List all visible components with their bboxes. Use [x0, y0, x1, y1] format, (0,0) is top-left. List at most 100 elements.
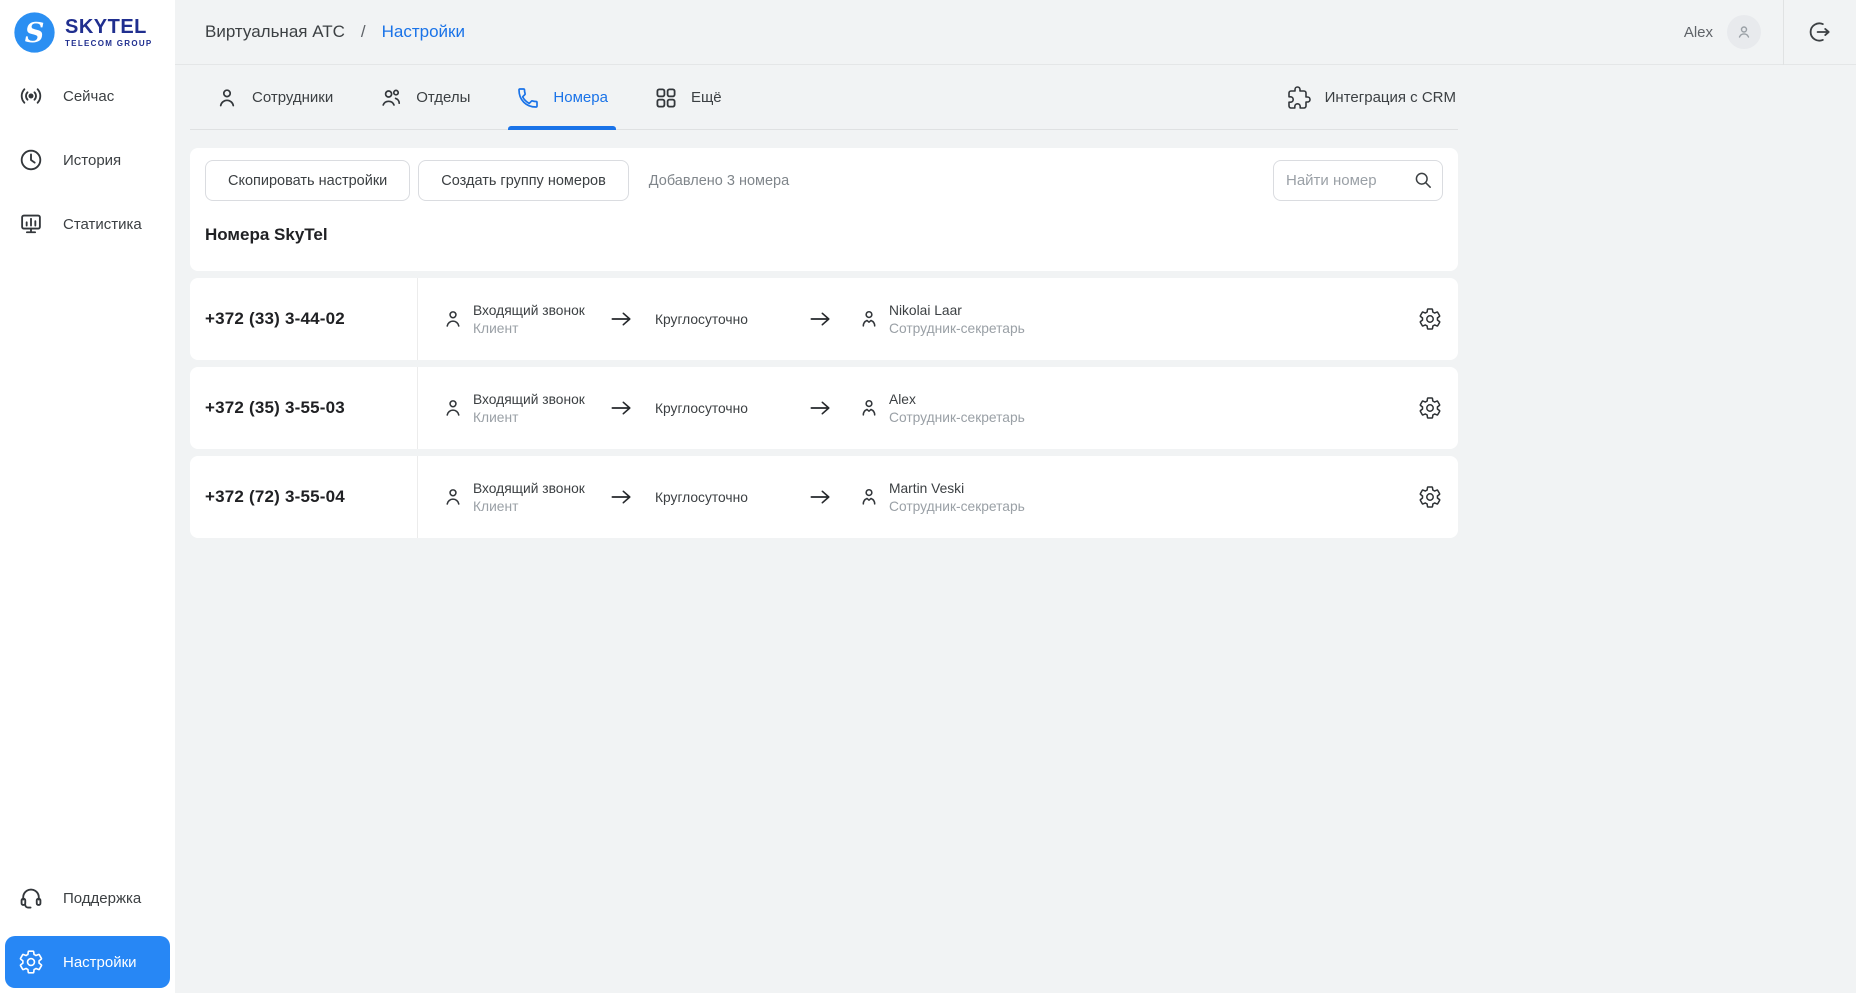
search-icon[interactable] — [1413, 170, 1433, 190]
logout-button[interactable] — [1784, 0, 1856, 64]
phone-icon — [516, 86, 540, 110]
gear-icon — [1418, 396, 1442, 420]
brand-text: SKYTEL TELECOM GROUP — [65, 17, 153, 48]
skytel-logo-icon: S — [12, 10, 57, 55]
headset-icon — [18, 885, 44, 911]
create-group-button[interactable]: Создать группу номеров — [418, 160, 629, 201]
puzzle-icon — [1287, 86, 1311, 110]
people-icon — [379, 86, 403, 110]
number-row: +372 (33) 3-44-02 Входящий звонок Клиент… — [190, 278, 1458, 360]
target-role: Сотрудник-секретарь — [889, 410, 1025, 425]
brand-subtitle: TELECOM GROUP — [65, 40, 153, 48]
toolbar: Скопировать настройки Создать группу ном… — [205, 160, 1443, 201]
call-type: Входящий звонок — [473, 392, 608, 407]
sidebar-item-label: Настройки — [63, 954, 137, 971]
sidebar-item-settings[interactable]: Настройки — [5, 936, 170, 988]
schedule: Круглосуточно — [655, 312, 790, 327]
sidebar-item-label: Сейчас — [63, 88, 114, 105]
clock-icon — [18, 147, 44, 173]
arrow-right-icon — [608, 397, 635, 419]
search-box — [1273, 160, 1443, 201]
tab-more[interactable]: Ещё — [654, 65, 722, 130]
number-row: +372 (35) 3-55-03 Входящий звонок Клиент… — [190, 367, 1458, 449]
schedule: Круглосуточно — [655, 490, 790, 505]
app-root: S SKYTEL TELECOM GROUP Сейчас История Ст… — [0, 0, 1856, 993]
arrow-right-icon — [608, 308, 635, 330]
tab-employees[interactable]: Сотрудники — [215, 65, 333, 130]
schedule: Круглосуточно — [655, 401, 790, 416]
sidebar-item-label: Поддержка — [63, 890, 141, 907]
numbers-panel: Скопировать настройки Создать группу ном… — [190, 148, 1458, 271]
tab-label: Сотрудники — [252, 89, 333, 106]
main-area: Виртуальная АТС / Настройки Alex Сотрудн… — [175, 0, 1856, 993]
sidebar-bottom: Поддержка Настройки — [0, 866, 175, 993]
sidebar-item-label: Статистика — [63, 216, 142, 233]
operator-icon — [858, 308, 880, 330]
breadcrumb-separator: / — [361, 22, 366, 42]
person-icon — [442, 308, 464, 330]
user-name: Alex — [1684, 24, 1713, 41]
person-icon — [442, 486, 464, 508]
phone-number: +372 (35) 3-55-03 — [190, 367, 418, 449]
target-role: Сотрудник-секретарь — [889, 499, 1025, 514]
routing-flow: Входящий звонок Клиент Круглосуточно Mar… — [418, 456, 1458, 538]
target-name: Alex — [889, 392, 1025, 407]
sidebar: S SKYTEL TELECOM GROUP Сейчас История Ст… — [0, 0, 175, 993]
call-source: Клиент — [473, 410, 608, 425]
copy-settings-button[interactable]: Скопировать настройки — [205, 160, 410, 201]
phone-number: +372 (33) 3-44-02 — [190, 278, 418, 360]
tab-label: Номера — [553, 89, 608, 106]
person-icon — [442, 397, 464, 419]
gear-icon — [1418, 485, 1442, 509]
tab-label: Отделы — [416, 89, 470, 106]
operator-icon — [858, 486, 880, 508]
call-source: Клиент — [473, 321, 608, 336]
routing-flow: Входящий звонок Клиент Круглосуточно Ale… — [418, 367, 1458, 449]
call-source: Клиент — [473, 499, 608, 514]
stats-monitor-icon — [18, 211, 44, 237]
row-settings-button[interactable] — [1418, 307, 1442, 331]
crm-integration-button[interactable]: Интеграция с CRM — [1287, 86, 1456, 110]
call-type: Входящий звонок — [473, 303, 608, 318]
phone-number: +372 (72) 3-55-04 — [190, 456, 418, 538]
user-cluster: Alex — [1684, 0, 1856, 64]
tab-label: Ещё — [691, 89, 722, 106]
tab-departments[interactable]: Отделы — [379, 65, 470, 130]
breadcrumb-section[interactable]: Виртуальная АТС — [205, 22, 345, 42]
crm-label: Интеграция с CRM — [1325, 89, 1456, 106]
sidebar-item-statistics[interactable]: Статистика — [0, 192, 175, 256]
section-title: Номера SkyTel — [205, 225, 1443, 245]
target-name: Nikolai Laar — [889, 303, 1025, 318]
gear-icon — [18, 949, 44, 975]
number-row: +372 (72) 3-55-04 Входящий звонок Клиент… — [190, 456, 1458, 538]
added-count-text: Добавлено 3 номера — [649, 173, 789, 189]
person-icon — [215, 86, 239, 110]
arrow-right-icon — [807, 486, 834, 508]
topbar: Виртуальная АТС / Настройки Alex — [175, 0, 1856, 65]
brand-name: SKYTEL — [65, 17, 153, 37]
arrow-right-icon — [807, 397, 834, 419]
avatar[interactable] — [1727, 15, 1761, 49]
arrow-right-icon — [608, 486, 635, 508]
routing-flow: Входящий звонок Клиент Круглосуточно Nik… — [418, 278, 1458, 360]
tab-numbers[interactable]: Номера — [516, 65, 608, 130]
logout-icon — [1807, 19, 1833, 45]
sidebar-nav: Сейчас История Статистика — [0, 64, 175, 256]
call-type: Входящий звонок — [473, 481, 608, 496]
target-name: Martin Veski — [889, 481, 1025, 496]
grid-icon — [654, 86, 678, 110]
breadcrumb-page[interactable]: Настройки — [382, 22, 465, 42]
svg-text:S: S — [25, 16, 45, 48]
target-role: Сотрудник-секретарь — [889, 321, 1025, 336]
broadcast-icon — [18, 83, 44, 109]
sidebar-item-history[interactable]: История — [0, 128, 175, 192]
sidebar-item-support[interactable]: Поддержка — [0, 866, 175, 930]
row-settings-button[interactable] — [1418, 485, 1442, 509]
content: Скопировать настройки Создать группу ном… — [175, 130, 1856, 993]
gear-icon — [1418, 307, 1442, 331]
row-settings-button[interactable] — [1418, 396, 1442, 420]
sidebar-item-now[interactable]: Сейчас — [0, 64, 175, 128]
brand-logo[interactable]: S SKYTEL TELECOM GROUP — [0, 0, 175, 64]
operator-icon — [858, 397, 880, 419]
tabbar: Сотрудники Отделы Номера Ещё Интеграция … — [175, 65, 1856, 130]
